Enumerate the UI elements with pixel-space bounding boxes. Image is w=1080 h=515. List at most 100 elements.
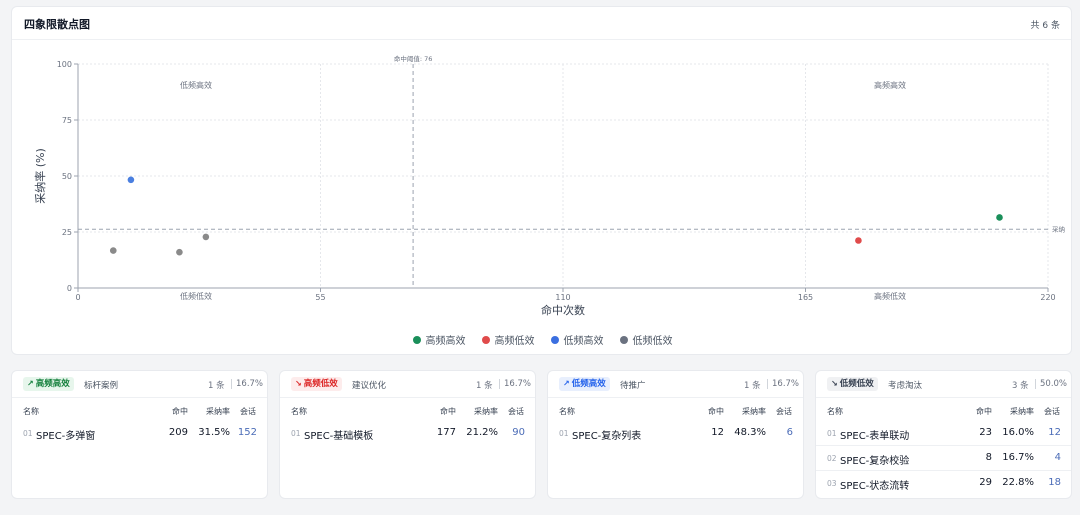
column-header-hits: 命中 — [172, 407, 188, 416]
quadrant-badge: ↘ 低频低效 — [827, 377, 878, 391]
y-tick-label: 50 — [62, 172, 72, 181]
row-hits: 8 — [985, 452, 992, 463]
y-tick-label: 75 — [62, 116, 72, 125]
column-header-rate: 采纳率 — [474, 407, 498, 416]
row-name: SPEC-基础模板 — [304, 431, 374, 442]
row-sessions: 90 — [512, 427, 525, 438]
row-index: 01 — [23, 429, 33, 438]
y-tick-label: 100 — [57, 60, 72, 69]
quadrant-percentage: 16.7% — [236, 379, 264, 389]
quadrant-label-bottom-right: 高频低效 — [874, 291, 906, 301]
table-row[interactable]: 01 SPEC-基础模板 177 21.2% 90 — [280, 421, 535, 446]
legend-label: 高频低效 — [494, 336, 535, 347]
row-adopt-rate: 22.8% — [1002, 477, 1034, 488]
row-adopt-rate: 31.5% — [198, 427, 230, 438]
trend-down-icon: ↘ — [295, 379, 302, 388]
trend-up-icon: ↗ — [27, 379, 34, 388]
row-sessions: 18 — [1048, 477, 1061, 488]
row-index: 02 — [827, 454, 837, 463]
x-tick-label: 165 — [798, 293, 813, 302]
legend-item[interactable]: 高频低效 — [481, 332, 535, 347]
quadrant-count: 1 条 — [208, 381, 225, 391]
legend-item[interactable]: 低频低效 — [619, 332, 673, 347]
data-point[interactable] — [996, 214, 1003, 221]
quadrant-card: ↗ 低频高效 待推广 1 条 16.7% 名称 命中 采纳率 会话 01 SPEC-复杂列表 12 48… — [547, 370, 804, 499]
column-header-sessions: 会话 — [508, 407, 524, 416]
data-point[interactable] — [202, 233, 210, 241]
y-tick-label: 0 — [67, 284, 72, 293]
column-header-name: 名称 — [23, 407, 39, 416]
quadrant-percentage: 16.7% — [772, 379, 800, 389]
row-sessions: 4 — [1054, 452, 1061, 463]
quadrant-description: 标杆案例 — [84, 381, 119, 391]
legend-label: 低频低效 — [632, 336, 673, 347]
column-header-rate: 采纳率 — [206, 407, 230, 416]
column-header-hits: 命中 — [976, 407, 992, 416]
legend-dot-icon — [481, 335, 490, 344]
row-hits: 177 — [436, 427, 456, 438]
table-row[interactable]: 01 SPEC-多弹窗 209 31.5% 152 — [12, 421, 267, 446]
x-tick-label: 220 — [1040, 293, 1055, 302]
divider — [499, 379, 500, 389]
row-adopt-rate: 16.7% — [1002, 452, 1034, 463]
quadrant-badge: ↗ 低频高效 — [559, 377, 610, 391]
legend-item[interactable]: 高频高效 — [412, 332, 466, 347]
hit-threshold-label: 命中阈值: 76 — [394, 54, 433, 63]
quadrant-card: ↘ 高频低效 建议优化 1 条 16.7% 名称 命中 采纳率 会话 01 SPEC-基础模板 177… — [279, 370, 536, 499]
row-hits: 23 — [979, 427, 992, 438]
legend-dot-icon — [412, 335, 421, 344]
row-name: SPEC-表单联动 — [840, 431, 910, 442]
scatter-plot: 0 25 50 75 100 0 55 110 165 220 命中阈值: 76 采纳 低频高效 高频高效… — [33, 54, 1065, 317]
trend-up-icon: ↗ — [563, 379, 570, 388]
data-point[interactable] — [127, 176, 135, 184]
row-adopt-rate: 48.3% — [734, 427, 766, 438]
quadrant-card: ↘ 低频低效 考虑淘汰 3 条 50.0% 名称 命中 采纳率 会话 01 SPEC-表单联动 23 1… — [815, 370, 1072, 499]
quadrant-card-header: ↗ 低频高效 待推广 1 条 16.7% — [548, 371, 803, 398]
quadrant-percentage: 16.7% — [504, 379, 532, 389]
legend-label: 高频高效 — [425, 336, 466, 347]
column-header-sessions: 会话 — [1044, 407, 1060, 416]
row-hits: 209 — [168, 427, 188, 438]
column-header-hits: 命中 — [708, 407, 724, 416]
row-index: 01 — [559, 429, 569, 438]
data-point[interactable] — [176, 248, 183, 256]
table-row[interactable]: 02 SPEC-复杂校验 8 16.7% 4 — [816, 446, 1071, 471]
row-sessions: 12 — [1048, 427, 1061, 438]
quadrant-label-bottom-left: 低频低效 — [180, 291, 212, 301]
adopt-threshold-label: 采纳 — [1052, 224, 1065, 233]
x-tick-label: 55 — [315, 293, 325, 302]
row-hits: 29 — [979, 477, 992, 488]
x-tick-label: 0 — [75, 293, 80, 302]
column-header-hits: 命中 — [440, 407, 456, 416]
row-adopt-rate: 16.0% — [1002, 427, 1034, 438]
quadrant-card-header: ↘ 高频低效 建议优化 1 条 16.7% — [280, 371, 535, 398]
legend-item[interactable]: 低频高效 — [550, 332, 604, 347]
legend-dot-icon — [619, 335, 628, 344]
quadrant-badge-label: 高频高效 — [35, 379, 70, 389]
quadrant-card-header: ↘ 低频低效 考虑淘汰 3 条 50.0% — [816, 371, 1071, 398]
column-header-name: 名称 — [291, 407, 307, 416]
chart-legend: 高频高效 高频低效 低频高效 低频低效 — [12, 332, 1073, 347]
row-name: SPEC-多弹窗 — [36, 431, 96, 442]
quadrant-count: 1 条 — [744, 381, 761, 391]
divider — [767, 379, 768, 389]
x-axis-title: 命中次数 — [541, 303, 585, 317]
quadrant-badge: ↗ 高频高效 — [23, 377, 74, 391]
data-point[interactable] — [109, 247, 117, 254]
y-axis-title: 采纳率 (%) — [33, 148, 47, 204]
quadrant-badge: ↘ 高频低效 — [291, 377, 342, 391]
row-name: SPEC-状态流转 — [840, 481, 910, 492]
column-header-name: 名称 — [559, 407, 575, 416]
quadrant-description: 待推广 — [620, 381, 646, 391]
divider — [231, 379, 232, 389]
row-name: SPEC-复杂校验 — [840, 456, 910, 467]
row-index: 01 — [291, 429, 301, 438]
row-index: 03 — [827, 479, 837, 488]
quadrant-description: 建议优化 — [352, 381, 387, 391]
table-row[interactable]: 03 SPEC-状态流转 29 22.8% 18 — [816, 471, 1071, 496]
table-row[interactable]: 01 SPEC-复杂列表 12 48.3% 6 — [548, 421, 803, 446]
scatter-chart-card: 四象限散点图 共 6 条 0 25 50 75 100 0 55 110 165 220 命中阈值:… — [11, 6, 1072, 355]
data-point[interactable] — [855, 237, 862, 244]
column-header-sessions: 会话 — [776, 407, 792, 416]
table-row[interactable]: 01 SPEC-表单联动 23 16.0% 12 — [816, 421, 1071, 446]
